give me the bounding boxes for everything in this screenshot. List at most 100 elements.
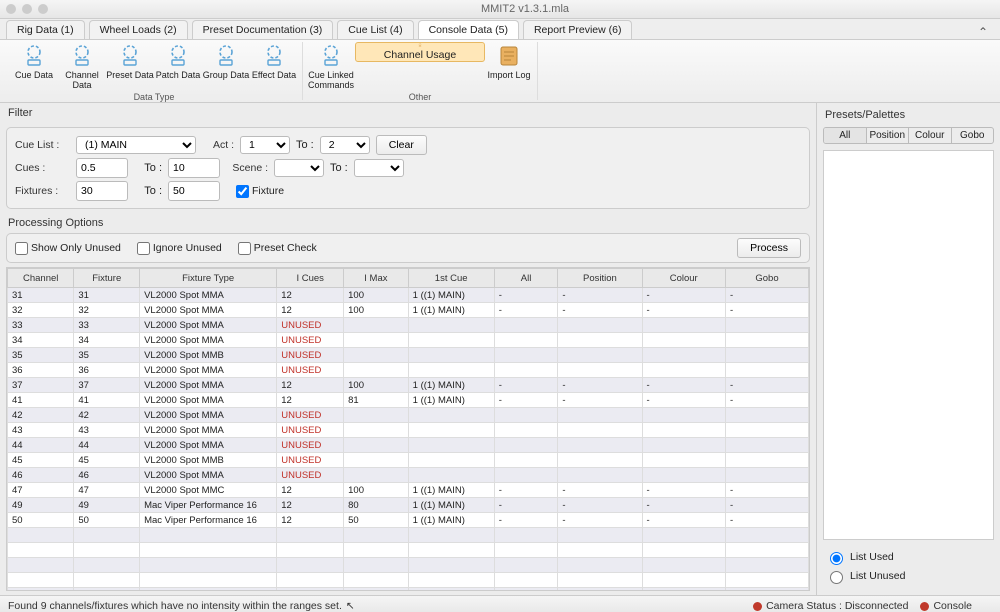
act-to[interactable]: 2 xyxy=(320,136,370,154)
ribbon-cue-linked[interactable]: Cue Linked Commands xyxy=(307,42,355,92)
preset-seg-all[interactable]: All xyxy=(824,128,867,143)
tab-5[interactable]: Report Preview (6) xyxy=(523,20,633,39)
ribbon-preset-data[interactable]: Preset Data xyxy=(106,42,154,92)
filter-panel: Cue List : (1) MAIN Act : 1 To : 2 Clear… xyxy=(6,127,810,209)
filter-title: Filter xyxy=(0,103,816,123)
scene-to[interactable] xyxy=(354,159,404,177)
camera-status-dot xyxy=(753,602,762,611)
ribbon-group-data[interactable]: Group Data xyxy=(202,42,250,92)
col-header[interactable]: Fixture xyxy=(74,269,140,288)
preset-seg-colour[interactable]: Colour xyxy=(909,128,952,143)
ribbon-effect-data[interactable]: Effect Data xyxy=(250,42,298,92)
console-status-label: Console xyxy=(933,600,972,612)
table-row[interactable]: 4646VL2000 Spot MMAUNUSED xyxy=(8,468,809,483)
table-row[interactable] xyxy=(8,573,809,588)
cuelist-select[interactable]: (1) MAIN xyxy=(76,136,196,154)
tab-1[interactable]: Wheel Loads (2) xyxy=(89,20,188,39)
clear-button[interactable]: Clear xyxy=(376,135,427,155)
list-used-label: List Used xyxy=(850,551,894,563)
preset-list[interactable] xyxy=(823,150,994,540)
fixtures-to-label: To : xyxy=(134,185,162,197)
col-header[interactable]: Channel xyxy=(8,269,74,288)
camera-status-label: Camera Status : Disconnected xyxy=(766,600,908,612)
table-row[interactable]: 4949Mac Viper Performance 1612801 ((1) M… xyxy=(8,498,809,513)
list-unused-radio[interactable] xyxy=(830,571,843,584)
ribbon: Cue DataChannel DataPreset DataPatch Dat… xyxy=(0,40,1000,103)
preset-check-checkbox[interactable] xyxy=(238,242,251,255)
table-row[interactable]: 4242VL2000 Spot MMAUNUSED xyxy=(8,408,809,423)
list-unused-label: List Unused xyxy=(850,570,905,582)
cues-from-input[interactable] xyxy=(76,158,128,178)
table-row[interactable]: 3333VL2000 Spot MMAUNUSED xyxy=(8,318,809,333)
ribbon-group-label: Data Type xyxy=(134,92,175,102)
cues-to-input[interactable] xyxy=(168,158,220,178)
tab-4[interactable]: Console Data (5) xyxy=(418,20,519,39)
cuelist-label: Cue List : xyxy=(15,139,70,151)
table-row[interactable] xyxy=(8,543,809,558)
status-message: Found 9 channels/fixtures which have no … xyxy=(8,600,342,612)
table-row[interactable]: 3636VL2000 Spot MMAUNUSED xyxy=(8,363,809,378)
scene-to-label: To : xyxy=(330,162,348,174)
process-button[interactable]: Process xyxy=(737,238,801,258)
ribbon-cue-data[interactable]: Cue Data xyxy=(10,42,58,92)
preset-tabs: AllPositionColourGobo xyxy=(823,127,994,144)
ribbon-patch-data[interactable]: Patch Data xyxy=(154,42,202,92)
fixture-checkbox[interactable] xyxy=(236,185,249,198)
col-header[interactable]: All xyxy=(494,269,558,288)
table-row[interactable]: 3131VL2000 Spot MMA121001 ((1) MAIN)---- xyxy=(8,288,809,303)
act-label: Act : xyxy=(202,139,234,151)
ribbon-import-log[interactable]: Import Log xyxy=(485,42,533,92)
tab-2[interactable]: Preset Documentation (3) xyxy=(192,20,334,39)
fixture-chk-label: Fixture xyxy=(252,185,284,197)
table-row[interactable]: 3737VL2000 Spot MMA121001 ((1) MAIN)---- xyxy=(8,378,809,393)
fixtures-from-input[interactable] xyxy=(76,181,128,201)
table-row[interactable]: 4444VL2000 Spot MMAUNUSED xyxy=(8,438,809,453)
table-row[interactable]: 3535VL2000 Spot MMBUNUSED xyxy=(8,348,809,363)
close-dot[interactable] xyxy=(6,4,16,14)
col-header[interactable]: Gobo xyxy=(725,269,808,288)
preset-seg-position[interactable]: Position xyxy=(867,128,910,143)
table-row[interactable]: 5050Mac Viper Performance 1612501 ((1) M… xyxy=(8,513,809,528)
col-header[interactable]: I Cues xyxy=(277,269,344,288)
table-row[interactable] xyxy=(8,558,809,573)
col-header[interactable]: Fixture Type xyxy=(140,269,277,288)
col-header[interactable]: I Max xyxy=(344,269,409,288)
zoom-dot[interactable] xyxy=(38,4,48,14)
minimize-dot[interactable] xyxy=(22,4,32,14)
show-unused-checkbox[interactable] xyxy=(15,242,28,255)
preset-seg-gobo[interactable]: Gobo xyxy=(952,128,994,143)
act-from[interactable]: 1 xyxy=(240,136,290,154)
list-used-radio[interactable] xyxy=(830,552,843,565)
ribbon-channel-data[interactable]: Channel Data xyxy=(58,42,106,92)
window-title: MMIT2 v1.3.1.mla xyxy=(56,3,994,15)
fixtures-label: Fixtures : xyxy=(15,185,70,197)
ribbon-channel-usage[interactable]: Channel Usage xyxy=(355,42,485,62)
cues-label: Cues : xyxy=(15,162,70,174)
table-row[interactable]: 3434VL2000 Spot MMAUNUSED xyxy=(8,333,809,348)
data-grid[interactable]: ChannelFixtureFixture TypeI CuesI Max1st… xyxy=(6,267,810,591)
presets-title: Presets/Palettes xyxy=(821,107,996,123)
table-row[interactable]: 3232VL2000 Spot MMA121001 ((1) MAIN)---- xyxy=(8,303,809,318)
collapse-chevron-icon[interactable]: ⌃ xyxy=(972,25,994,39)
fixtures-to-input[interactable] xyxy=(168,181,220,201)
col-header[interactable]: Position xyxy=(558,269,642,288)
tab-3[interactable]: Cue List (4) xyxy=(337,20,413,39)
cursor-icon: ↖ xyxy=(346,600,355,612)
main-tabs: Rig Data (1)Wheel Loads (2)Preset Docume… xyxy=(0,19,1000,40)
table-row[interactable]: 4343VL2000 Spot MMAUNUSED xyxy=(8,423,809,438)
ignore-unused-label: Ignore Unused xyxy=(153,242,222,254)
ignore-unused-checkbox[interactable] xyxy=(137,242,150,255)
scene-from[interactable] xyxy=(274,159,324,177)
table-row[interactable] xyxy=(8,528,809,543)
preset-check-label: Preset Check xyxy=(254,242,317,254)
ribbon-group-label: Other xyxy=(409,92,432,102)
table-row[interactable]: 4141VL2000 Spot MMA12811 ((1) MAIN)---- xyxy=(8,393,809,408)
col-header[interactable]: 1st Cue xyxy=(408,269,494,288)
table-row[interactable]: 4545VL2000 Spot MMBUNUSED xyxy=(8,453,809,468)
table-row[interactable]: 4747VL2000 Spot MMC121001 ((1) MAIN)---- xyxy=(8,483,809,498)
col-header[interactable]: Colour xyxy=(642,269,725,288)
table-row[interactable] xyxy=(8,588,809,592)
act-to-label: To : xyxy=(296,139,314,151)
title-bar: MMIT2 v1.3.1.mla xyxy=(0,0,1000,19)
tab-0[interactable]: Rig Data (1) xyxy=(6,20,85,39)
